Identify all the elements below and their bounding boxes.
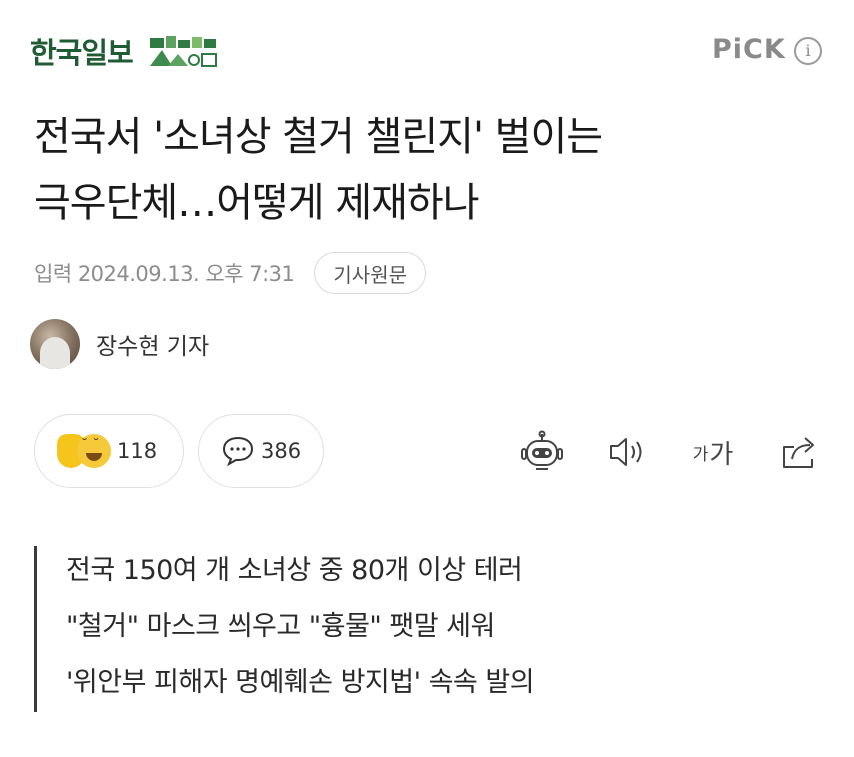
- info-icon[interactable]: i: [794, 37, 822, 65]
- article-title-line: 전국서 '소녀상 철거 챌린지' 벌이는: [34, 114, 603, 160]
- article-actions-bar: 118 386 가가: [0, 414, 854, 490]
- comment-button[interactable]: 386: [198, 414, 324, 488]
- original-article-button[interactable]: 기사원문: [314, 252, 426, 294]
- ai-summary-button[interactable]: [518, 430, 566, 474]
- reaction-count: 118: [117, 439, 158, 463]
- font-size-large-glyph: 가: [709, 439, 734, 470]
- share-button[interactable]: [778, 430, 822, 474]
- font-size-small-glyph: 가: [692, 444, 709, 465]
- pick-badge[interactable]: PiCK: [712, 34, 786, 65]
- robot-icon: [521, 430, 563, 470]
- share-icon: [783, 437, 814, 468]
- summary-line: 전국 150여 개 소녀상 중 80개 이상 테러: [66, 555, 523, 586]
- top-bar: 한국일보 PiCK i: [0, 0, 854, 100]
- reporter-byline[interactable]: 장수현 기자: [30, 318, 209, 370]
- reporter-avatar[interactable]: [30, 319, 80, 369]
- speaker-icon: [610, 438, 642, 466]
- speech-bubble-icon: [222, 436, 254, 467]
- summary-line: '위안부 피해자 명예훼손 방지법' 속속 발의: [66, 667, 535, 698]
- listen-button[interactable]: [605, 430, 649, 474]
- summary-line: "철거" 마스크 씌우고 "흉물" 팻말 세워: [66, 611, 495, 642]
- font-size-button[interactable]: 가가: [686, 430, 740, 474]
- publish-date: 입력 2024.09.13. 오후 7:31: [34, 262, 295, 286]
- article-title: 전국서 '소녀상 철거 챌린지' 벌이는 극우단체…어떻게 제재하나: [34, 104, 834, 236]
- article-title-line: 극우단체…어떻게 제재하나: [34, 180, 480, 226]
- comment-count: 386: [261, 439, 302, 463]
- article-summary: 전국 150여 개 소녀상 중 80개 이상 테러 "철거" 마스크 씌우고 "…: [34, 546, 814, 712]
- brand-logo-illustration-icon: [150, 36, 217, 67]
- article-meta: 입력 2024.09.13. 오후 7:31 기사원문: [34, 252, 426, 294]
- brand-logo-text[interactable]: 한국일보: [30, 30, 134, 72]
- reaction-button[interactable]: 118: [34, 414, 184, 488]
- smiling-face-icon: [77, 434, 111, 468]
- reporter-name[interactable]: 장수현 기자: [96, 327, 209, 361]
